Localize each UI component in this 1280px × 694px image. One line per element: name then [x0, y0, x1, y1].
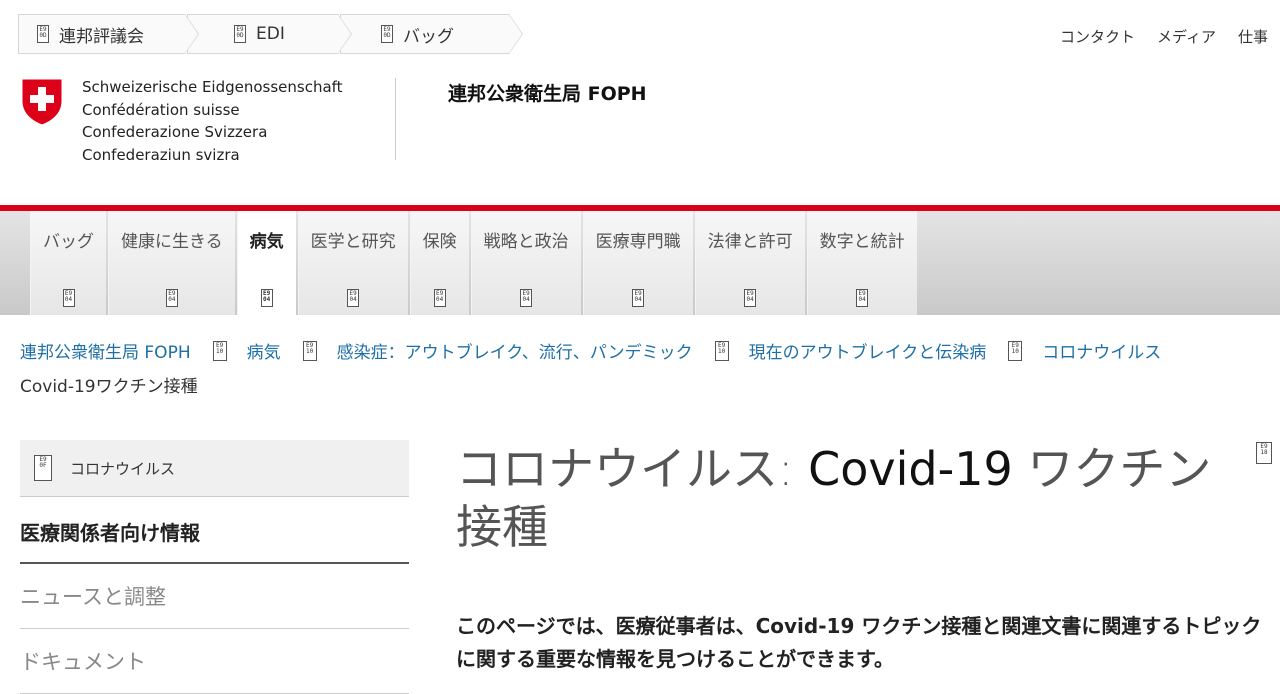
nav-tab-label: 健康に生きる — [121, 232, 223, 252]
nav-tab-diseases[interactable]: 病気 E9 04 — [236, 211, 296, 315]
contact-link[interactable]: コンタクト — [1060, 26, 1135, 47]
header-divider — [395, 78, 396, 160]
nav-tab-law-permits[interactable]: 法律と許可 E9 04 — [694, 211, 805, 315]
sidebar-item-healthcare-professionals[interactable]: 医療関係者向け情報 — [20, 500, 409, 564]
breadcrumb-current: Covid-19ワクチン接種 — [20, 377, 198, 397]
breadcrumb-coronavirus[interactable]: コロナウイルス — [1042, 343, 1161, 363]
media-link[interactable]: メディア — [1157, 26, 1216, 47]
nav-tab-numbers-statistics[interactable]: 数字と統計 E9 04 — [806, 211, 917, 315]
glyph-04-icon: E9 04 — [744, 289, 757, 307]
top-crumb-federal-council[interactable]: E9 0D 連邦評議会 — [18, 14, 199, 54]
nav-tab-insurance[interactable]: 保険 E9 04 — [409, 211, 469, 315]
breadcrumb-diseases[interactable]: 病気 — [247, 343, 281, 363]
glyph-04-icon: E9 04 — [260, 289, 273, 307]
lead-paragraph: このページでは、医療従事者は、Covid-19 ワクチン接種と関連文書に関連する… — [456, 614, 1262, 671]
breadcrumb-foph[interactable]: 連邦公衆衛生局 FOPH — [20, 343, 191, 363]
glyph-10-icon: E9 10 — [714, 341, 729, 361]
glyph-04-icon: E9 04 — [856, 289, 869, 307]
glyph-04-icon: E9 04 — [433, 289, 446, 307]
top-crumb-label: 連邦評議会 — [59, 26, 144, 47]
glyph-18-icon[interactable]: E9 18 — [1256, 442, 1272, 464]
top-crumb-edi[interactable]: E9 0D EDI — [187, 14, 352, 54]
nav-tab-label: 病気 — [249, 232, 284, 252]
conf-name-rm: Confederaziun svizra — [82, 145, 240, 164]
glyph-04-icon: E9 04 — [62, 289, 75, 307]
sidebar-item-documents[interactable]: ドキュメント — [20, 629, 409, 694]
nav-tab-label: 戦略と政治 — [483, 232, 569, 252]
nav-tab-healthy-living[interactable]: 健康に生きる E9 04 — [108, 211, 235, 315]
glyph-04-icon: E9 04 — [347, 289, 360, 307]
page-title-part1: コロナウイルス: — [456, 442, 809, 496]
nav-tab-label: バッグ — [43, 232, 94, 252]
glyph-04-icon: E9 04 — [520, 289, 533, 307]
conf-name-de: Schweizerische Eidgenossenschaft — [82, 78, 343, 96]
top-crumb-bag[interactable]: E9 0D バッグ — [340, 14, 523, 54]
main-navigation: バッグ E9 04 健康に生きる E9 04 病気 E9 04 医学と研究 E9… — [0, 211, 1280, 315]
top-crumb-label: バッグ — [403, 26, 454, 47]
conf-name-fr: Confédération suisse — [82, 100, 240, 119]
glyph-0d-icon: E9 0D — [37, 25, 49, 43]
sidebar-parent-label: コロナウイルス — [70, 459, 176, 478]
breadcrumb: 連邦公衆衛生局 FOPH E9 10 病気 E9 10 感染症：アウトブレイク、流行、パ… — [20, 338, 1280, 363]
sidebar-item-news[interactable]: ニュースと調整 — [20, 564, 409, 629]
nav-tab-label: 医学と研究 — [310, 232, 396, 252]
breadcrumb-current-outbreaks[interactable]: 現在のアウトブレイクと伝染病 — [749, 343, 987, 363]
glyph-04-icon: E9 04 — [632, 289, 645, 307]
nav-tab-label: 法律と許可 — [707, 232, 793, 252]
nav-tab-health-professions[interactable]: 医療専門職 E9 04 — [582, 211, 693, 315]
nav-tab-label: 数字と統計 — [819, 232, 905, 252]
office-title: 連邦公衆衛生局 FOPH — [448, 83, 647, 105]
glyph-10-icon: E9 10 — [212, 341, 227, 361]
nav-tab-medicine-research[interactable]: 医学と研究 E9 04 — [297, 211, 408, 315]
conf-name-it: Confederazione Svizzera — [82, 123, 268, 141]
top-crumb-label: EDI — [256, 24, 285, 44]
glyph-04-icon: E9 04 — [165, 289, 178, 307]
nav-tab-strategy-politics[interactable]: 戦略と政治 E9 04 — [470, 211, 581, 315]
glyph-0f-icon: E9 0F — [34, 455, 52, 481]
confederation-names[interactable]: Schweizerische Eidgenossenschaft Confédé… — [82, 76, 343, 166]
page-title: コロナウイルス: Covid-19 ワクチン接種 — [456, 440, 1236, 556]
service-links: コンタクト メディア 仕事 — [1060, 26, 1268, 47]
top-breadcrumb: E9 0D 連邦評議会 E9 0D EDI E9 0D バッグ — [18, 14, 523, 54]
page-title-strong: Covid-19 — [808, 442, 1013, 496]
breadcrumb-infectious-diseases[interactable]: 感染症：アウトブレイク、流行、パンデミック — [337, 343, 693, 363]
glyph-10-icon: E9 10 — [302, 341, 317, 361]
glyph-10-icon: E9 10 — [1008, 341, 1023, 361]
nav-tab-label: 医療専門職 — [595, 232, 681, 252]
glyph-0d-icon: E9 0D — [234, 25, 246, 43]
jobs-link[interactable]: 仕事 — [1238, 26, 1268, 47]
swiss-coat-of-arms-icon[interactable] — [20, 77, 64, 127]
glyph-0d-icon: E9 0D — [381, 25, 393, 43]
sidebar-parent-coronavirus[interactable]: E9 0F コロナウイルス — [20, 440, 409, 497]
nav-tab-label: 保険 — [422, 232, 457, 252]
nav-tab-bag[interactable]: バッグ E9 04 — [30, 211, 106, 315]
